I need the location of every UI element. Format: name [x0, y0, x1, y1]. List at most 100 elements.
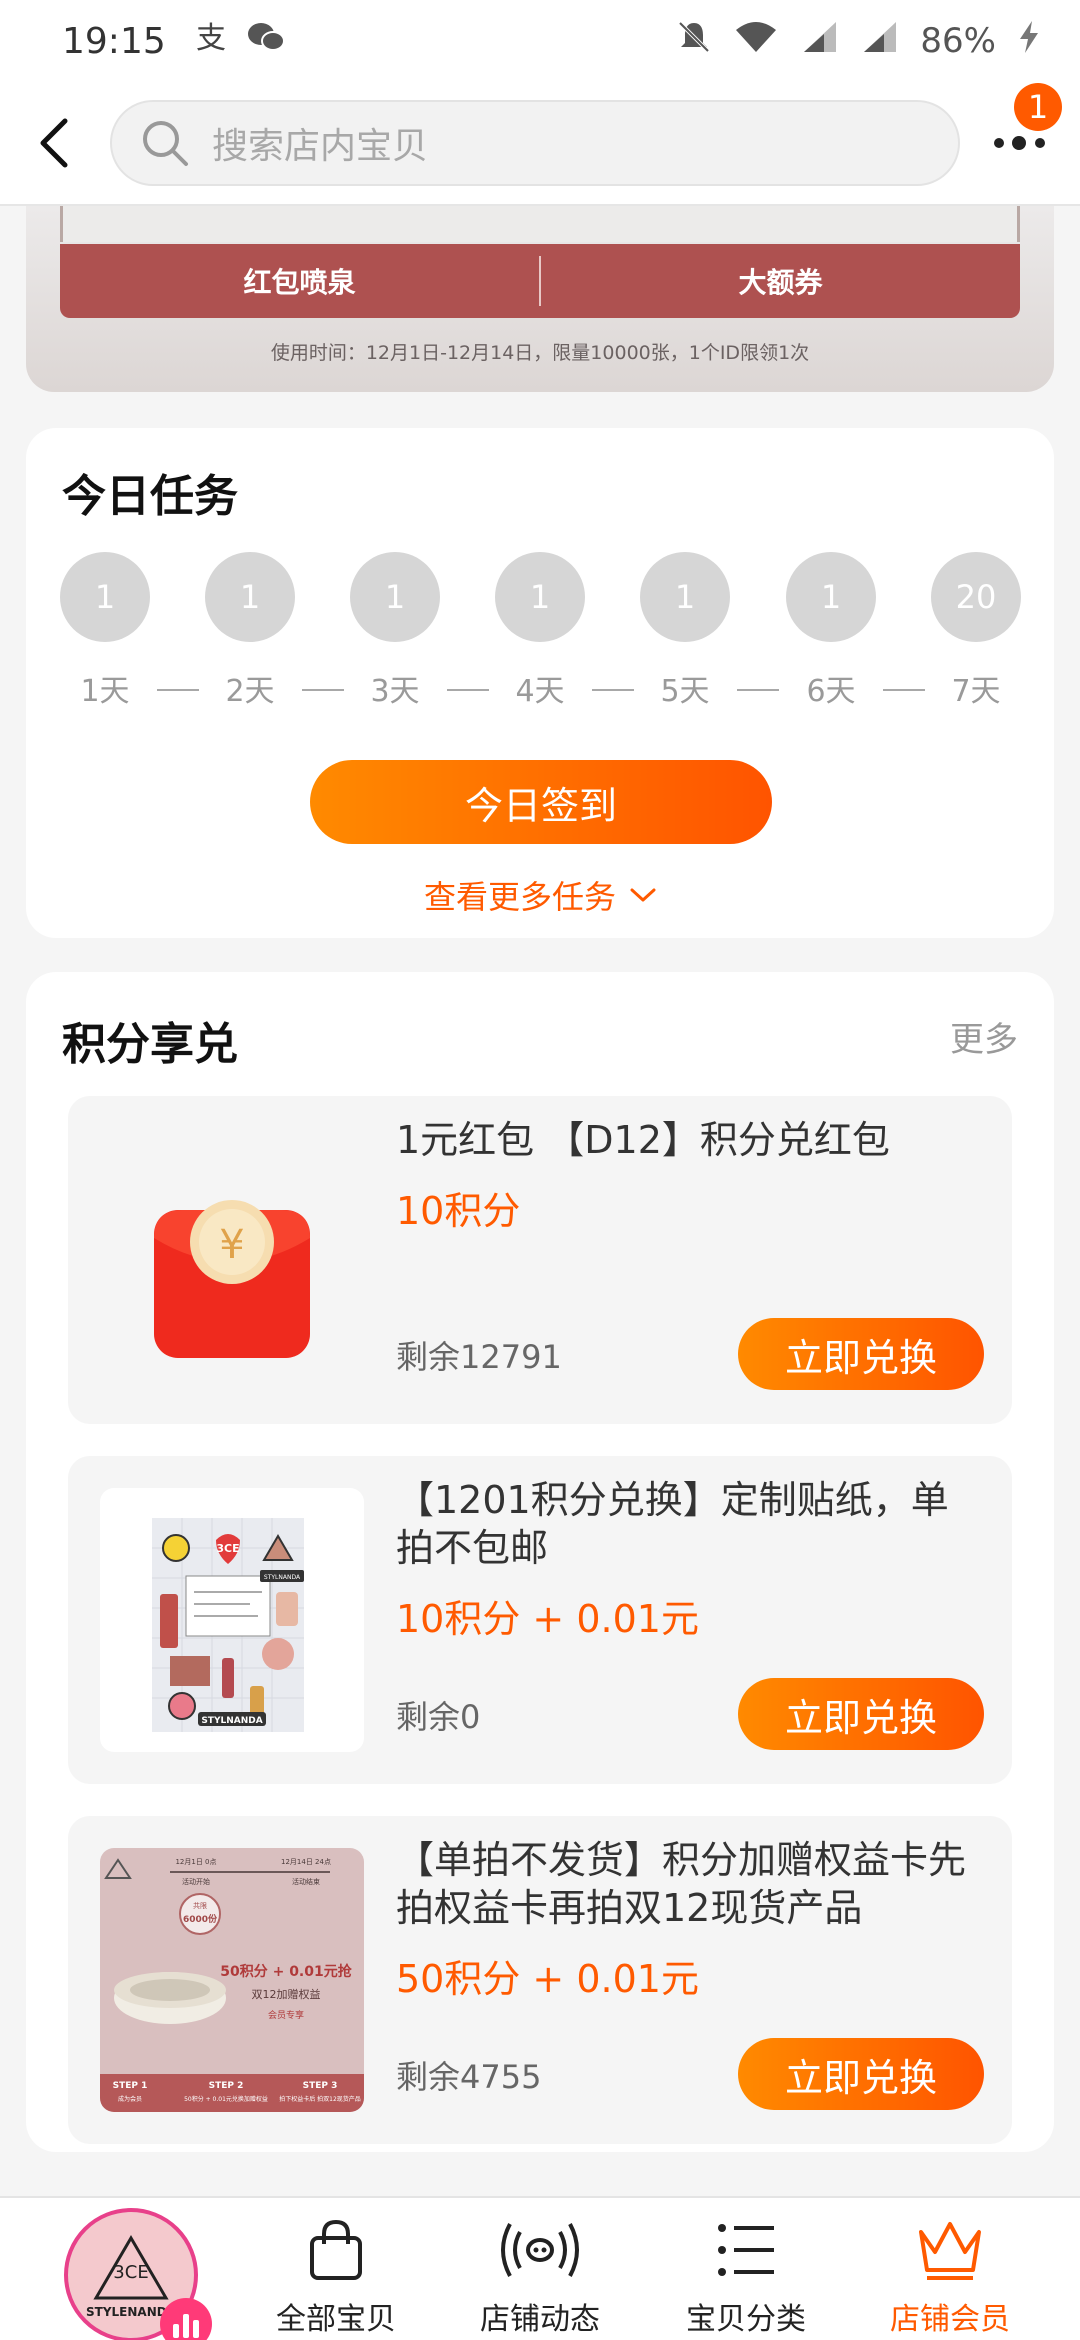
svg-text:¥: ¥ [219, 1222, 244, 1268]
redeem-button[interactable]: 立即兑换 [738, 1678, 984, 1750]
banner-tab-red-packet[interactable]: 红包喷泉 [60, 261, 539, 301]
day-label: 7天 [951, 674, 1001, 709]
card-headline: 50积分 + 0.01元抢 [220, 1963, 353, 1980]
day-label: 5天 [660, 674, 710, 709]
shop-member-page: 19:15 支 86% 搜索店内宝贝 1 红包喷泉 大额券 使用时间：12月1日… [0, 0, 1080, 2340]
item-price: 10积分 + 0.01元 [396, 1597, 699, 1641]
day-connector [737, 689, 779, 691]
tab-shop-member[interactable]: 店铺会员 [870, 2212, 1030, 2338]
coupon-banner: 红包喷泉 大额券 使用时间：12月1日-12月14日，限量10000张，1个ID… [26, 206, 1054, 392]
broadcast-icon [460, 2212, 620, 2288]
day-points-circle: 1 [350, 552, 440, 642]
card-member-tag: 会员专享 [268, 2009, 304, 2021]
alipay-icon: 支 [194, 20, 228, 63]
battery-percent: 86% [920, 21, 996, 61]
tab-label: 宝贝分类 [686, 2302, 806, 2337]
day-points-circle: 1 [495, 552, 585, 642]
card-step-3-desc: 拍下权益卡后 拍双12现货产品 [279, 2095, 361, 2103]
banner-usage-note: 使用时间：12月1日-12月14日，限量10000张，1个ID限领1次 [270, 342, 810, 364]
item-stock: 剩余0 [396, 1698, 481, 1736]
chevron-down-icon [630, 888, 656, 902]
exchange-item[interactable]: ¥ 1元红包 【D12】积分兑红包 10积分 剩余12791 立即兑换 [68, 1096, 1012, 1424]
day-points-circle: 1 [640, 552, 730, 642]
daily-tasks-title: 今日任务 [62, 471, 238, 522]
day-points-circle: 1 [786, 552, 876, 642]
search-icon [143, 121, 188, 166]
shopping-bag-icon [256, 2212, 416, 2288]
day-connector [302, 689, 344, 691]
more-dots-icon [994, 136, 1045, 150]
charging-icon [1018, 19, 1040, 64]
card-step-2-desc: 50积分 + 0.01元兑换加赠权益 [184, 2095, 268, 2103]
sticker-text-3ce: 3CE [216, 1542, 239, 1555]
card-end-date: 12月14日 24点 [281, 1858, 331, 1866]
shop-logo-mark: 3CE [113, 2262, 148, 2283]
exchange-item[interactable]: 12月1日 0点 12月14日 24点 活动开始 活动结束 共限 6000份 5… [68, 1816, 1012, 2144]
benefit-card-image: 12月1日 0点 12月14日 24点 活动开始 活动结束 共限 6000份 5… [100, 1848, 364, 2112]
redeem-button[interactable]: 立即兑换 [738, 1318, 984, 1390]
search-input[interactable]: 搜索店内宝贝 [110, 100, 960, 186]
card-end-label: 活动结束 [292, 1877, 320, 1886]
back-button[interactable] [0, 81, 110, 205]
item-title: 【单拍不发货】积分加赠权益卡先拍权益卡再拍双12现货产品 [396, 1838, 967, 1930]
points-more-link[interactable]: 更多 [950, 1012, 1018, 1061]
banner-tab-big-coupon[interactable]: 大额券 [541, 261, 1020, 301]
tab-shop-feed[interactable]: 店铺动态 [460, 2212, 620, 2338]
sticker-text-stylnanda-small: STYLNANDA [264, 1574, 301, 1581]
card-step-2: STEP 2 [209, 2081, 244, 2091]
signal-icon [800, 20, 838, 63]
item-title: 【1201积分兑换】定制贴纸，单拍不包邮 [396, 1478, 949, 1570]
item-price: 50积分 + 0.01元 [396, 1957, 699, 2001]
item-stock: 剩余4755 [396, 2058, 542, 2096]
top-navigation-bar: 搜索店内宝贝 1 [0, 82, 1080, 206]
card-start-date: 12月1日 0点 [175, 1858, 216, 1866]
status-notification-icons: 支 [194, 20, 286, 63]
status-time: 19:15 [62, 20, 166, 62]
search-placeholder: 搜索店内宝贝 [212, 126, 429, 167]
points-exchange-title: 积分享兑 [62, 1019, 238, 1070]
card-stamp-top: 共限 [193, 1901, 207, 1910]
tab-all-items[interactable]: 全部宝贝 [256, 2212, 416, 2338]
crown-icon [870, 2212, 1030, 2288]
item-stock: 剩余12791 [396, 1338, 562, 1376]
card-start-label: 活动开始 [182, 1877, 210, 1886]
live-indicator-icon [160, 2298, 212, 2340]
red-envelope-icon: ¥ [100, 1128, 364, 1392]
day-connector [447, 689, 489, 691]
day-points-circle: 1 [205, 552, 295, 642]
daily-tasks-card: 今日任务 1 1 1 1 1 1 20 1天 2天 3天 4天 5天 6天 7天… [26, 428, 1054, 938]
card-step-1: STEP 1 [113, 2081, 148, 2091]
card-step-3: STEP 3 [303, 2081, 338, 2091]
svg-text:支: 支 [196, 21, 226, 54]
day-label: 1天 [80, 674, 130, 709]
day-label: 3天 [370, 674, 420, 709]
tab-label: 店铺动态 [480, 2302, 600, 2337]
tab-categories[interactable]: 宝贝分类 [666, 2212, 826, 2338]
view-more-tasks-link[interactable]: 查看更多任务 [26, 872, 1054, 918]
signal-icon [860, 20, 898, 63]
card-stamp: 6000份 [183, 1913, 218, 1925]
item-price: 10积分 [396, 1189, 521, 1233]
banner-panel [60, 206, 1020, 242]
status-system-icons: 86% [676, 19, 1040, 64]
notification-badge: 1 [1014, 83, 1062, 131]
mute-icon [676, 19, 712, 64]
exchange-item[interactable]: 3CE STYLNANDA STYLNANDA 【1201积分兑换】定制贴纸，单… [68, 1456, 1012, 1784]
checkin-button[interactable]: 今日签到 [310, 760, 772, 844]
tab-label: 全部宝贝 [276, 2302, 396, 2337]
day-points-circle: 1 [60, 552, 150, 642]
more-menu-button[interactable]: 1 [960, 81, 1080, 205]
day-label: 6天 [806, 674, 856, 709]
sticker-sheet-image: 3CE STYLNANDA STYLNANDA [100, 1488, 364, 1752]
wifi-icon [734, 20, 778, 63]
day-connector [883, 689, 925, 691]
redeem-button[interactable]: 立即兑换 [738, 2038, 984, 2110]
item-title: 1元红包 【D12】积分兑红包 [396, 1118, 890, 1162]
day-label: 2天 [225, 674, 275, 709]
list-icon [666, 2212, 826, 2288]
day-connector [157, 689, 199, 691]
card-subline: 双12加赠权益 [252, 1987, 321, 2001]
sticker-text-stylnanda: STYLNANDA [201, 1716, 262, 1726]
wechat-icon [246, 20, 286, 63]
bottom-tab-bar: 3CE STYLENANDA 全部宝贝 店铺动态 宝贝分类 店铺会员 [0, 2196, 1080, 2340]
